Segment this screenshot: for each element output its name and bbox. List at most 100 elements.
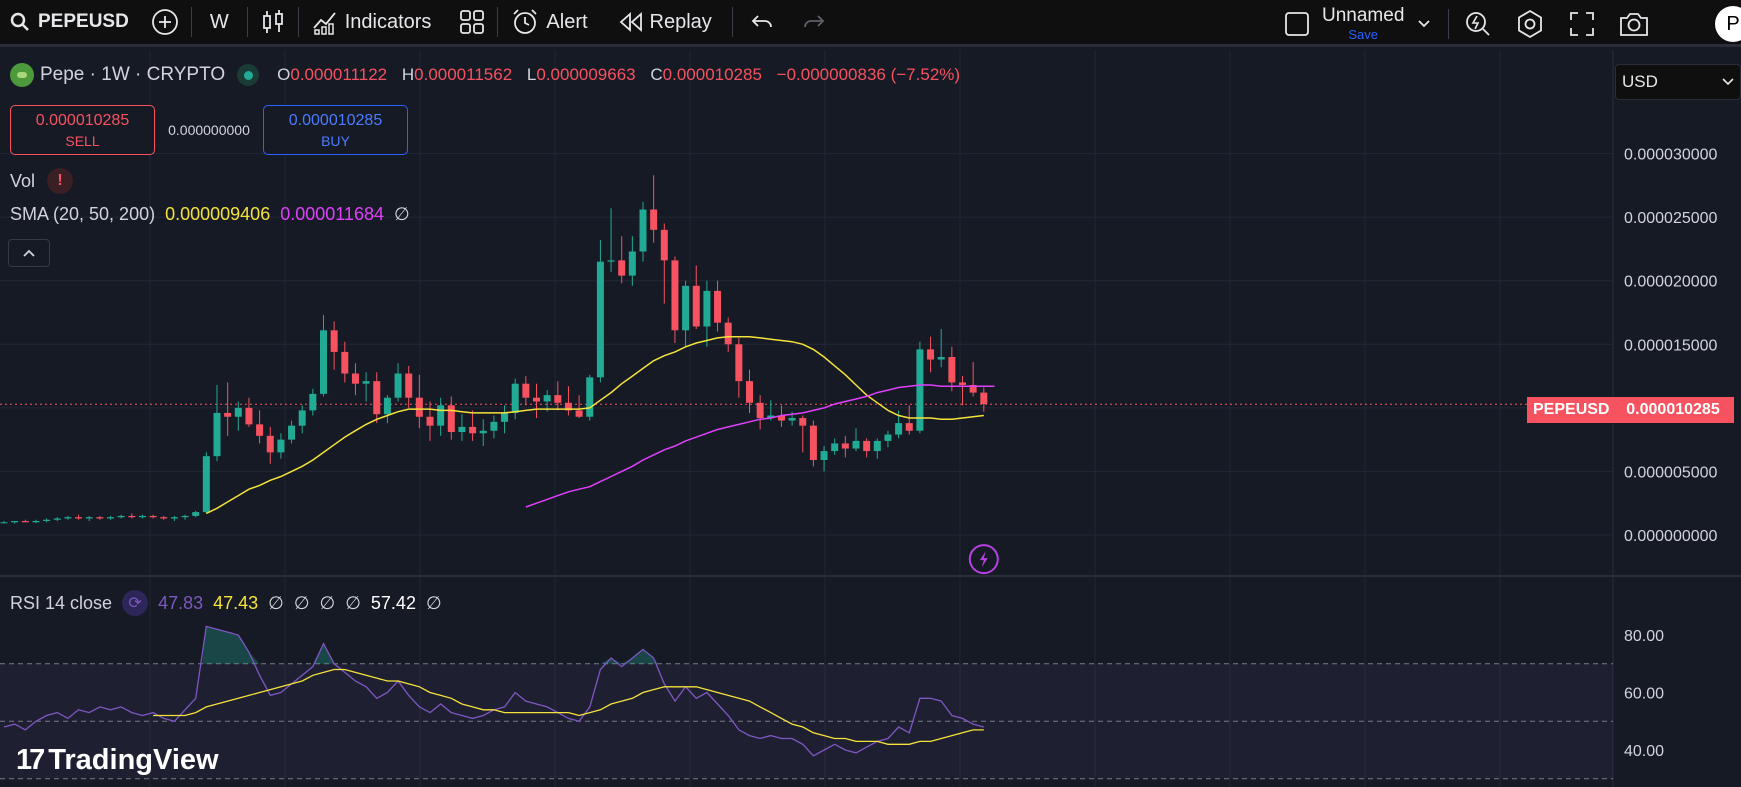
candle-body	[437, 405, 445, 426]
sell-button[interactable]: 0.000010285 SELL	[10, 105, 155, 155]
chart-area[interactable]: 0.0000350000.0000300000.0000250000.00002…	[0, 50, 1741, 787]
tradingview-logo[interactable]: 17 TradingView	[16, 744, 219, 777]
templates-button[interactable]	[459, 0, 485, 46]
pepe-logo-icon	[10, 63, 34, 87]
candle-body	[181, 515, 189, 518]
screenshot-button[interactable]	[1617, 7, 1651, 41]
divider	[190, 7, 192, 37]
symbol-price-tag: PEPEUSD	[1527, 397, 1616, 423]
layout-name: Unnamed	[1322, 5, 1405, 26]
interval-button[interactable]: W	[204, 0, 235, 46]
undo-button[interactable]	[745, 5, 779, 39]
price-axis-label: 0.000005000	[1624, 464, 1718, 481]
sma50-value: 0.000011684	[280, 204, 384, 224]
chart-canvas[interactable]: 0.0000350000.0000300000.0000250000.00002…	[0, 50, 1741, 787]
candle-body	[628, 251, 636, 276]
candle-body	[671, 260, 679, 331]
layout-name-button[interactable]: Unnamed Save	[1322, 6, 1404, 41]
candle-body	[85, 517, 93, 519]
candle-body	[383, 397, 391, 415]
candle-body	[735, 344, 743, 382]
collapse-legend-button[interactable]	[8, 239, 50, 267]
avatar-letter: P	[1726, 12, 1740, 35]
candle-body	[841, 443, 849, 449]
compare-button[interactable]	[151, 0, 179, 46]
candle-body	[192, 512, 200, 516]
candle-body	[426, 416, 434, 426]
candle-body	[703, 290, 711, 327]
candle-body	[53, 518, 61, 520]
candle-body	[469, 426, 477, 434]
candle-body	[660, 229, 668, 261]
indicators-icon	[313, 12, 336, 35]
sma-label: SMA (20, 50, 200)	[10, 204, 156, 224]
grid-icon	[460, 10, 485, 34]
rewind-icon	[619, 11, 642, 33]
candle-body	[21, 521, 29, 523]
layout-controls: Unnamed Save	[1280, 0, 1651, 47]
rsi-legend[interactable]: RSI 14 close ⟳ 47.83 47.43 ∅ ∅ ∅ ∅ 57.42…	[10, 590, 442, 616]
user-avatar[interactable]: P	[1715, 6, 1741, 42]
market-open-icon[interactable]	[237, 64, 260, 86]
candle-body	[746, 381, 753, 403]
chevron-up-icon	[23, 249, 35, 257]
sma-legend[interactable]: SMA (20, 50, 200) 0.000009406 0.00001168…	[10, 204, 410, 225]
candle-body	[351, 373, 359, 384]
open-value: 0.000011122	[290, 65, 388, 84]
alert-button[interactable]: Alert	[510, 0, 588, 46]
candle-body	[138, 515, 146, 518]
current-price-tag: 0.000010285	[1612, 397, 1734, 423]
candle-body	[799, 418, 807, 426]
candle-body	[905, 423, 913, 431]
candle-body	[895, 423, 903, 435]
trade-panel: 0.000010285 SELL 0.000000000 0.000010285…	[10, 105, 408, 155]
candle-body	[0, 522, 8, 524]
candle-body	[234, 407, 242, 417]
rsi-empty-1: ∅	[268, 592, 284, 613]
refresh-icon[interactable]: ⟳	[122, 590, 149, 616]
settings-button[interactable]	[1513, 7, 1547, 41]
quick-search-button[interactable]	[1461, 7, 1495, 41]
interval-label: W	[209, 10, 229, 33]
redo-icon	[803, 15, 825, 28]
alert-label: Alert	[546, 10, 588, 33]
layout-menu-button[interactable]	[1412, 7, 1436, 41]
fullscreen-icon	[1570, 11, 1595, 36]
redo-button[interactable]	[797, 5, 831, 39]
candle-body	[256, 424, 264, 436]
candle-body	[607, 260, 615, 262]
candle-body	[692, 285, 700, 327]
replay-button[interactable]: Replay	[618, 0, 712, 46]
lightning-bolt-icon	[979, 551, 988, 568]
candle-body	[266, 435, 274, 453]
sma200-value: ∅	[393, 204, 410, 224]
alarm-clock-icon	[513, 9, 538, 34]
layout-button[interactable]	[1280, 7, 1314, 41]
candle-body	[11, 521, 19, 523]
currency-select[interactable]: USD	[1615, 64, 1741, 100]
indicators-button[interactable]: Indicators	[311, 0, 432, 46]
volume-legend[interactable]: Vol !	[10, 168, 74, 194]
buy-button[interactable]: 0.000010285 BUY	[263, 105, 408, 155]
candle-body	[277, 439, 285, 453]
rsi-axis-label: 40.00	[1624, 743, 1664, 760]
chart-type-button[interactable]	[260, 0, 286, 46]
candle-body	[575, 410, 583, 417]
fullscreen-button[interactable]	[1565, 7, 1599, 41]
symbol-search-button[interactable]: PEPEUSD	[10, 0, 129, 46]
legend-title[interactable]: Pepe · 1W · CRYPTO	[40, 64, 225, 86]
candle-body	[543, 395, 551, 402]
square-icon	[1285, 11, 1309, 36]
close-value: 0.000010285	[662, 65, 762, 84]
candle-body	[245, 407, 253, 425]
price-axis-label: 0.000015000	[1624, 337, 1718, 354]
search-icon	[10, 12, 29, 31]
candle-body	[959, 382, 966, 385]
candle-body	[788, 418, 796, 421]
indicators-label: Indicators	[344, 10, 432, 33]
candle-body	[586, 377, 594, 417]
close-key: C	[650, 65, 663, 84]
warning-icon[interactable]: !	[47, 168, 74, 194]
candle-body	[522, 383, 530, 398]
candle-body	[96, 517, 104, 519]
